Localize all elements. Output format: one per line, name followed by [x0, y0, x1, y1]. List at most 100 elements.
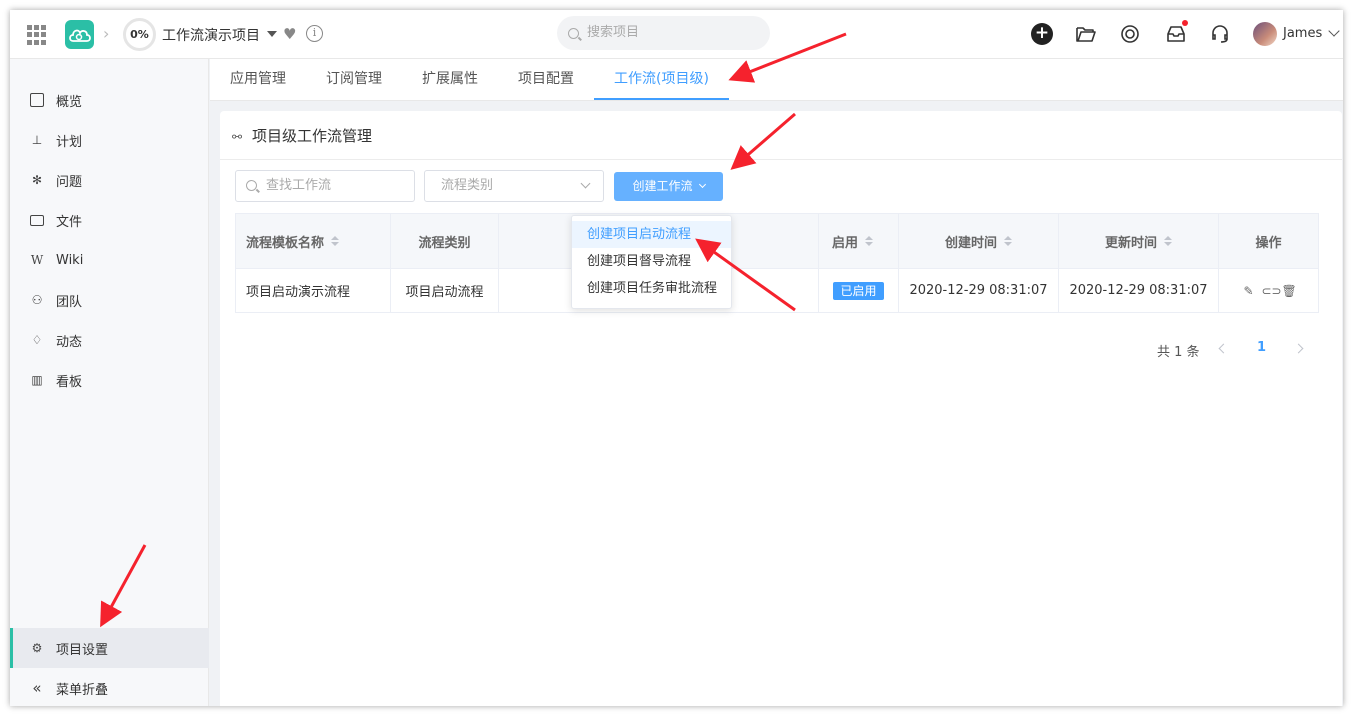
app-window: › 0% 工作流演示项目 ♥ i 搜索项目 + James 概览 ⊥ 计划 ✻ … [10, 10, 1343, 706]
table-header: 流程模板名称 流程类别 启用 创建时间 更新时间 操作 [236, 214, 1318, 269]
dropdown-item-approval-flow[interactable]: 创建项目任务审批流程 [572, 275, 731, 302]
sidebar-item-files[interactable]: 文件 [10, 200, 209, 240]
info-icon[interactable]: i [306, 25, 323, 42]
chevron-down-icon[interactable] [1328, 25, 1340, 37]
create-workflow-button[interactable]: 创建工作流 [614, 172, 723, 201]
tab-project-config[interactable]: 项目配置 [518, 59, 574, 100]
create-workflow-dropdown: 创建项目启动流程 创建项目督导流程 创建项目任务审批流程 [571, 215, 732, 309]
sort-icon[interactable] [1164, 236, 1172, 246]
workflow-type-placeholder: 流程类别 [441, 178, 494, 193]
divider [220, 159, 1342, 160]
page-title-text: 项目级工作流管理 [252, 127, 373, 145]
tab-extended-attributes[interactable]: 扩展属性 [422, 59, 478, 100]
workflow-search-input[interactable]: 查找工作流 [235, 170, 415, 202]
sidebar-item-overview[interactable]: 概览 [10, 80, 209, 120]
column-header-label: 流程模板名称 [246, 235, 325, 251]
workflow-card: ⚯ 项目级工作流管理 查找工作流 流程类别 创建工作流 流程模板名称 流程类别 启… [220, 111, 1342, 706]
lifebuoy-icon[interactable] [1119, 23, 1141, 45]
sidebar: 概览 ⊥ 计划 ✻ 问题 文件 W Wiki ⚇ 团队 ♢ 动态 ▥ 看板 ⚙ … [10, 59, 209, 706]
notification-dot [1182, 20, 1188, 26]
avatar[interactable] [1253, 22, 1277, 46]
search-input[interactable]: 搜索项目 [557, 16, 770, 50]
cell-type: 项目启动流程 [391, 269, 499, 312]
sort-icon[interactable] [1004, 236, 1012, 246]
workflow-type-select[interactable]: 流程类别 [424, 170, 604, 202]
project-name[interactable]: 工作流演示项目 [162, 25, 260, 45]
sidebar-item-label: Wiki [56, 252, 84, 268]
column-header-created[interactable]: 创建时间 [899, 214, 1059, 268]
chevron-right-icon: › [103, 24, 110, 43]
trash-icon[interactable]: 🗑 [1282, 284, 1297, 298]
toggle-icon[interactable]: ⊂⊃ [1262, 284, 1282, 298]
gear-icon: ⚙ [31, 641, 43, 655]
cell-created: 2020-12-29 08:31:07 [899, 269, 1059, 312]
tab-app-management[interactable]: 应用管理 [230, 59, 286, 100]
sort-icon[interactable] [865, 236, 874, 246]
column-header-name[interactable]: 流程模板名称 [236, 214, 391, 268]
chevron-down-icon [580, 178, 591, 189]
hierarchy-icon: ⊥ [31, 133, 43, 147]
sidebar-item-plan[interactable]: ⊥ 计划 [10, 120, 209, 160]
page-title: ⚯ 项目级工作流管理 [232, 125, 372, 146]
bug-icon: ✻ [31, 173, 43, 187]
column-header-enabled[interactable]: 启用 [819, 214, 899, 268]
create-workflow-label: 创建工作流 [632, 179, 693, 193]
top-header: › 0% 工作流演示项目 ♥ i 搜索项目 + James [10, 10, 1343, 59]
team-icon: ⚇ [31, 293, 43, 307]
column-header-type: 流程类别 [391, 214, 499, 268]
dropdown-item-start-flow[interactable]: 创建项目启动流程 [572, 221, 731, 248]
sort-icon[interactable] [331, 236, 340, 246]
status-badge: 已启用 [833, 281, 884, 300]
pagination-page[interactable]: 1 [1257, 340, 1266, 355]
user-name[interactable]: James [1283, 26, 1322, 41]
sidebar-item-label: 文件 [56, 214, 83, 230]
sidebar-item-label: 菜单折叠 [56, 682, 109, 698]
sidebar-item-label: 看板 [56, 374, 83, 390]
sidebar-collapse-button[interactable]: « 菜单折叠 [10, 668, 209, 706]
column-header-label: 流程类别 [418, 235, 471, 251]
sidebar-item-label: 动态 [56, 334, 83, 350]
table-row[interactable]: 项目启动演示流程 项目启动流程 已启用 2020-12-29 08:31:07 … [236, 269, 1318, 312]
column-header-actions: 操作 [1219, 214, 1318, 268]
progress-circle: 0% [123, 18, 156, 51]
sidebar-item-activity[interactable]: ♢ 动态 [10, 320, 209, 360]
add-icon[interactable]: + [1031, 23, 1053, 45]
heart-icon[interactable]: ♥ [283, 25, 296, 43]
sidebar-item-issues[interactable]: ✻ 问题 [10, 160, 209, 200]
dropdown-item-supervise-flow[interactable]: 创建项目督导流程 [572, 248, 731, 275]
column-header-label: 更新时间 [1104, 235, 1157, 251]
chevron-left-icon[interactable] [1218, 343, 1229, 354]
cell-name: 项目启动演示流程 [236, 269, 391, 312]
sidebar-item-wiki[interactable]: W Wiki [10, 240, 209, 280]
settings-tabs: 应用管理 订阅管理 扩展属性 项目配置 工作流(项目级) [210, 59, 1343, 101]
sidebar-item-team[interactable]: ⚇ 团队 [10, 280, 209, 320]
caret-down-icon[interactable] [267, 31, 277, 37]
chevron-right-icon[interactable] [1293, 343, 1304, 354]
flame-icon: ♢ [31, 333, 43, 347]
bar-chart-icon: ▥ [31, 373, 43, 387]
link-icon: ⚯ [232, 130, 243, 144]
workflow-search-placeholder: 查找工作流 [266, 178, 332, 193]
wiki-icon: W [30, 253, 44, 267]
workflow-table: 流程模板名称 流程类别 启用 创建时间 更新时间 操作 项目启动演示流程 项目启… [235, 213, 1319, 313]
sidebar-item-label: 项目设置 [56, 642, 109, 658]
sidebar-item-project-settings[interactable]: ⚙ 项目设置 [10, 628, 209, 668]
edit-icon[interactable]: ✎ [1242, 284, 1256, 298]
sidebar-item-label: 概览 [56, 94, 83, 110]
sidebar-item-label: 团队 [56, 294, 83, 310]
tab-subscription[interactable]: 订阅管理 [326, 59, 382, 100]
search-icon [246, 180, 257, 191]
pagination-total: 共 1 条 [1157, 345, 1200, 360]
column-header-updated[interactable]: 更新时间 [1059, 214, 1219, 268]
headset-icon[interactable] [1209, 23, 1231, 45]
sidebar-item-label: 计划 [56, 134, 83, 150]
inbox-icon[interactable] [1165, 23, 1187, 45]
tab-workflow[interactable]: 工作流(项目级) [594, 59, 729, 100]
app-grid-icon[interactable] [27, 25, 47, 45]
cell-updated: 2020-12-29 08:31:07 [1059, 269, 1219, 312]
search-icon [568, 28, 579, 39]
cloud-logo-icon[interactable] [65, 20, 94, 49]
sidebar-item-board[interactable]: ▥ 看板 [10, 360, 209, 400]
cell-enabled: 已启用 [819, 269, 899, 312]
folder-icon[interactable] [1075, 23, 1097, 45]
